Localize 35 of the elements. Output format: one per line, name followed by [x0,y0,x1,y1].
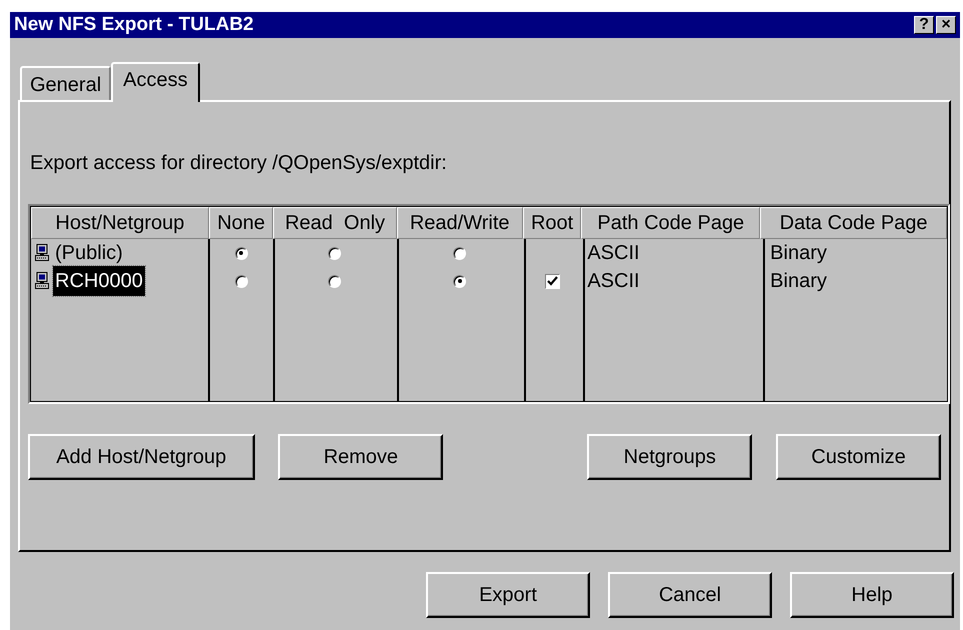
radio-button[interactable] [234,274,248,288]
close-button[interactable]: × [936,16,956,34]
host-name[interactable]: (Public) [53,238,125,268]
table-cell: ASCII [587,242,640,264]
cancel-button[interactable]: Cancel [608,572,772,618]
host-name[interactable]: RCH0000 [53,266,145,296]
column-header[interactable]: Path Code Page [581,207,760,239]
help-button[interactable]: ? [914,16,934,34]
column-header[interactable]: Host/Netgroup [31,207,209,239]
window-title: New NFS Export - TULAB2 [14,12,254,37]
table-cell: ASCII [587,270,640,292]
radio-button[interactable] [453,274,466,288]
radio-button[interactable] [453,246,466,260]
column-header[interactable]: Read Only [273,207,397,239]
column-header[interactable]: Root [522,207,582,239]
table-cell: Binary [770,242,827,264]
customize-button[interactable]: Customize [776,434,941,480]
radio-button[interactable] [328,246,342,260]
column-header[interactable]: Read/Write [396,207,523,239]
table-cell: Binary [770,270,827,292]
netgroups-button[interactable]: Netgroups [587,434,752,480]
column-header[interactable]: Data Code Page [760,207,947,239]
tab[interactable]: General [20,66,112,100]
export-button[interactable]: Export [426,572,590,618]
add-host-button[interactable]: Add Host/Netgroup [28,434,255,480]
root-checkbox[interactable] [544,274,560,288]
computer-icon [35,272,49,290]
remove-button[interactable]: Remove [278,434,444,480]
column-header[interactable]: None [208,207,274,239]
description-text: Export access for directory /QOpenSys/exptdir: [29,151,448,176]
tab[interactable]: Access [111,62,200,102]
help-button[interactable]: Help [790,572,954,618]
computer-icon [35,244,49,262]
radio-button[interactable] [328,274,342,288]
radio-button[interactable] [234,246,248,260]
